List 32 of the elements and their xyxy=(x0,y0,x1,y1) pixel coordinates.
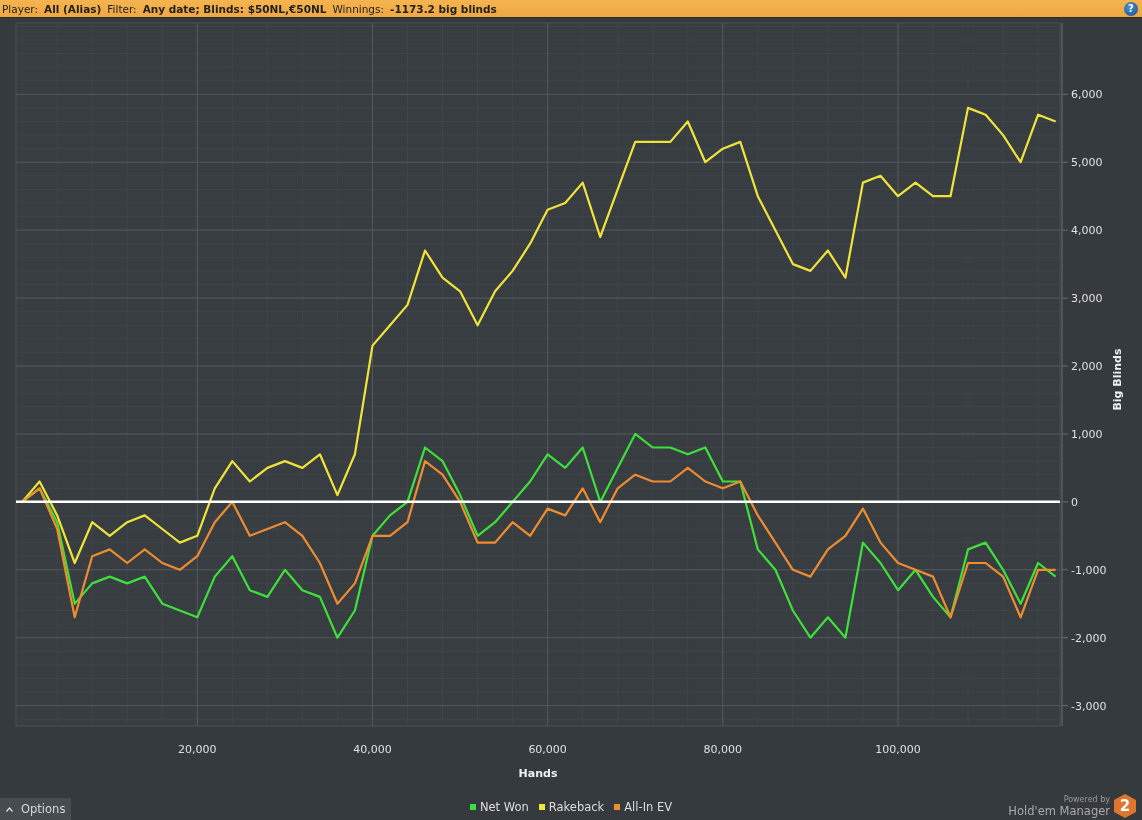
y-tick-label: 5,000 xyxy=(1071,156,1103,170)
filter-label: Player: xyxy=(2,2,39,15)
legend-label: Rakeback xyxy=(548,800,605,814)
filter-label: Filter: xyxy=(107,2,137,15)
y-tick-label: 2,000 xyxy=(1071,360,1103,373)
options-button[interactable]: Options xyxy=(0,798,72,820)
filter-value: -1173.2 big blinds xyxy=(390,2,497,15)
filter-value: Any date; Blinds: $50NL,€50NL xyxy=(142,2,327,15)
filter-label: Winnings: xyxy=(332,2,385,15)
powered-by-text: Powered by xyxy=(1063,795,1110,804)
y-tick-label: -1,000 xyxy=(1071,563,1107,577)
legend-label: All-In EV xyxy=(624,800,673,814)
y-tick-label: -2,000 xyxy=(1071,631,1107,645)
x-tick-label: 40,000 xyxy=(353,743,392,756)
y-axis-title: Big Blinds xyxy=(1111,348,1124,411)
x-axis-title: Hands xyxy=(518,767,558,780)
x-tick-label: 80,000 xyxy=(703,743,743,756)
y-tick-label: 3,000 xyxy=(1071,292,1103,306)
y-tick-label: 1,000 xyxy=(1071,427,1103,441)
x-tick-label: 60,000 xyxy=(528,743,567,756)
brand-name: Hold'em Manager xyxy=(1008,804,1110,818)
y-tick-label: 0 xyxy=(1071,495,1078,509)
x-tick-label: 20,000 xyxy=(178,743,217,756)
brand-logo: 2 xyxy=(1114,794,1136,818)
filter-value: All (Alias) xyxy=(44,2,102,15)
legend-label: Net Won xyxy=(479,800,529,814)
y-tick-label: 6,000 xyxy=(1071,88,1103,102)
x-tick-label: 100,000 xyxy=(875,743,921,756)
help-button[interactable]: ? xyxy=(1124,1,1138,16)
y-tick-label: 4,000 xyxy=(1071,224,1103,238)
caret-icon xyxy=(6,806,13,812)
y-tick-label: -3,000 xyxy=(1071,699,1107,713)
